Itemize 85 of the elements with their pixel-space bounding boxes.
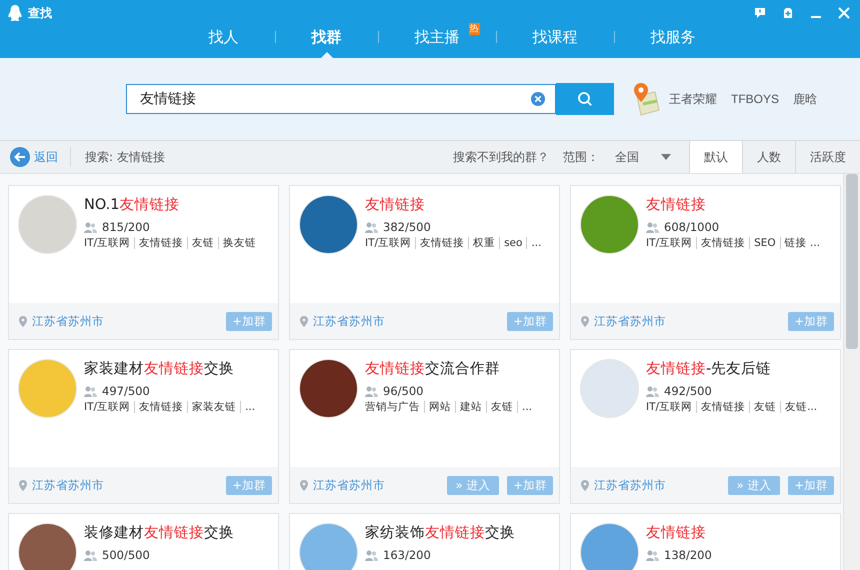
members-icon xyxy=(365,550,378,560)
group-tags: IT/互联网 友情链接 友链 友链... xyxy=(646,401,840,413)
member-count: 163/200 xyxy=(383,548,431,562)
location-pin-icon xyxy=(581,316,589,326)
hot-keyword-link[interactable]: TFBOYS xyxy=(731,92,780,106)
group-tags: IT/互联网 友情链接 权重 seo ... xyxy=(365,237,559,249)
search-icon xyxy=(577,91,593,107)
group-avatar xyxy=(300,524,357,570)
hot-badge: 热 xyxy=(468,23,480,35)
location-text: 江苏省苏州市 xyxy=(594,314,666,328)
members-icon xyxy=(365,222,378,232)
sort-tab[interactable]: 默认 xyxy=(689,141,742,173)
location-pin-icon xyxy=(19,316,27,326)
member-count: 382/500 xyxy=(383,220,431,234)
members-icon xyxy=(365,386,378,396)
feedback-icon[interactable] xyxy=(754,7,766,19)
help-link[interactable]: 搜索不到我的群？ xyxy=(453,148,549,166)
skin-icon[interactable] xyxy=(782,7,794,19)
group-title: 家装建材友情链接交换 xyxy=(84,360,235,378)
map-pin-icon[interactable] xyxy=(631,82,661,116)
group-title: 装修建材友情链接交换 xyxy=(84,524,235,542)
scope-dropdown[interactable]: 全国 xyxy=(615,148,671,166)
group-title: NO.1友情链接 xyxy=(84,196,181,214)
group-card[interactable]: 家纺装饰友情链接交换 163/200 xyxy=(289,513,560,570)
location-text: 江苏省苏州市 xyxy=(594,478,666,492)
location-text: 江苏省苏州市 xyxy=(32,314,104,328)
group-card[interactable]: 友情链接 608/1000 IT/互联网 友情链接 SEO 链接 ... 江苏省苏州市 +加群 xyxy=(570,185,841,340)
location-text: 江苏省苏州市 xyxy=(313,314,385,328)
member-count: 497/500 xyxy=(102,384,150,398)
group-avatar xyxy=(581,524,638,570)
sort-tab[interactable]: 人数 xyxy=(742,141,795,173)
group-card[interactable]: 家装建材友情链接交换 497/500 IT/互联网 友情链接 家装友链 ... 江苏省苏州市 +加群 xyxy=(8,349,279,504)
members-icon xyxy=(84,222,97,232)
search-query-text: 搜索: 友情链接 xyxy=(85,148,165,166)
group-avatar xyxy=(581,360,638,417)
group-title: 友情链接 xyxy=(646,524,707,542)
sort-tab[interactable]: 活跃度 xyxy=(795,141,860,173)
location-text: 江苏省苏州市 xyxy=(313,478,385,492)
group-avatar xyxy=(581,196,638,253)
search-button[interactable] xyxy=(556,83,614,115)
group-avatar xyxy=(19,196,76,253)
members-icon xyxy=(646,550,659,560)
group-title: 家纺装饰友情链接交换 xyxy=(365,524,516,542)
hot-keyword-link[interactable]: 鹿晗 xyxy=(793,90,818,108)
group-title: 友情链接 xyxy=(365,196,426,214)
location-pin-icon xyxy=(300,316,308,326)
group-tags: IT/互联网 友情链接 友链 换友链 xyxy=(84,237,278,249)
group-card[interactable]: 友情链接 138/200 xyxy=(570,513,841,570)
group-tags: 营销与广告 网站 建站 友链 ... xyxy=(365,401,559,413)
location-pin-icon xyxy=(300,480,308,490)
member-count: 96/500 xyxy=(383,384,424,398)
members-icon xyxy=(84,386,97,396)
scope-label: 范围： xyxy=(563,148,599,166)
hot-keyword-link[interactable]: 王者荣耀 xyxy=(669,90,717,108)
group-card[interactable]: 装修建材友情链接交换 500/500 xyxy=(8,513,279,570)
group-avatar xyxy=(19,524,76,570)
member-count: 500/500 xyxy=(102,548,150,562)
location-text: 江苏省苏州市 xyxy=(32,478,104,492)
group-avatar xyxy=(19,360,76,417)
group-card[interactable]: NO.1友情链接 815/200 IT/互联网 友情链接 友链 换友链 江苏省苏州市 +加群 xyxy=(8,185,279,340)
search-field[interactable]: 友情链接 xyxy=(126,84,556,114)
group-title: 友情链接交流合作群 xyxy=(365,360,501,378)
window-title: 查找 xyxy=(28,4,52,22)
clear-icon[interactable] xyxy=(531,92,545,106)
members-icon xyxy=(646,386,659,396)
group-tags: IT/互联网 友情链接 SEO 链接 ... xyxy=(646,237,840,249)
member-count: 492/500 xyxy=(664,384,712,398)
member-count: 138/200 xyxy=(664,548,712,562)
group-card[interactable]: 友情链接 382/500 IT/互联网 友情链接 权重 seo ... 江苏省苏州市 +加群 xyxy=(289,185,560,340)
close-icon[interactable] xyxy=(838,7,850,19)
member-count: 815/200 xyxy=(102,220,150,234)
member-count: 608/1000 xyxy=(664,220,720,234)
group-avatar xyxy=(300,196,357,253)
members-icon xyxy=(84,550,97,560)
group-avatar xyxy=(300,360,357,417)
group-title: 友情链接 xyxy=(646,196,707,214)
location-pin-icon xyxy=(581,480,589,490)
scrollbar-thumb[interactable] xyxy=(846,174,858,349)
caret-icon xyxy=(661,154,671,160)
location-pin-icon xyxy=(19,480,27,490)
members-icon xyxy=(646,222,659,232)
group-tags: IT/互联网 友情链接 家装友链 ... xyxy=(84,401,278,413)
penguin-icon xyxy=(8,5,22,21)
group-title: 友情链接-先友后链 xyxy=(646,360,772,378)
scrollbar[interactable] xyxy=(843,174,860,570)
